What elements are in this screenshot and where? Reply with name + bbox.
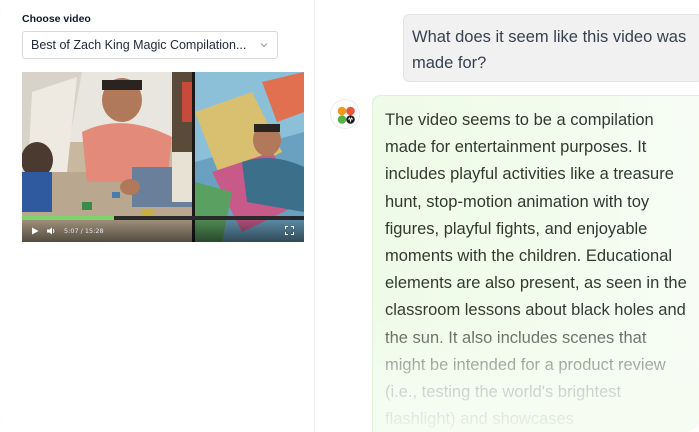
fullscreen-icon[interactable] (285, 226, 294, 235)
assistant-message-text: The video seems to be a compilation made… (385, 111, 687, 429)
video-panel: Choose video Best of Zach King Magic Com… (0, 0, 315, 432)
volume-icon[interactable] (46, 226, 56, 236)
time-display: 5:07 / 15:28 (64, 227, 104, 235)
chat-panel: What does it seem like this video was ma… (315, 0, 699, 432)
video-player[interactable]: 5:07 / 15:28 (22, 72, 304, 242)
video-select-value: Best of Zach King Magic Compilation... (31, 38, 247, 52)
choose-video-label: Choose video (22, 13, 91, 25)
video-select[interactable]: Best of Zach King Magic Compilation... (22, 31, 278, 59)
app-window: Choose video Best of Zach King Magic Com… (0, 0, 699, 432)
play-icon[interactable] (30, 226, 40, 236)
video-controls: 5:07 / 15:28 (22, 220, 304, 242)
user-message: What does it seem like this video was ma… (403, 14, 699, 82)
assistant-message: The video seems to be a compilation made… (372, 95, 699, 432)
assistant-logo-icon (337, 106, 355, 124)
chevron-down-icon (260, 43, 268, 48)
assistant-avatar (330, 99, 360, 129)
